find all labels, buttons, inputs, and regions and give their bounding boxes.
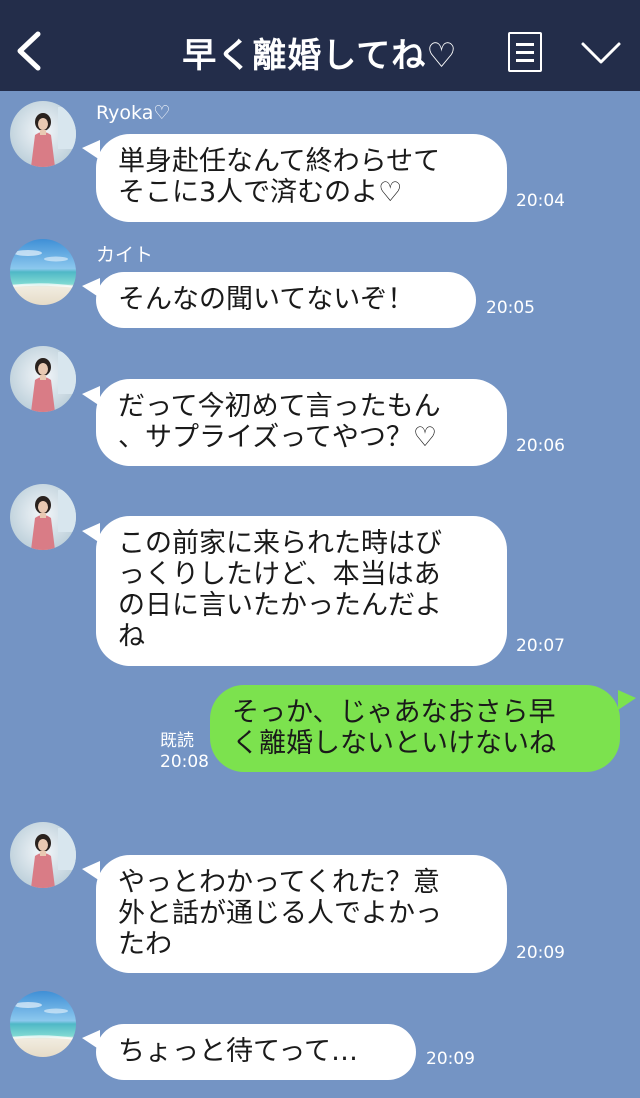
message-bubble[interactable]: 単身赴任なんて終わらせて そこに3人で済むのよ♡	[96, 134, 507, 222]
beach-avatar[interactable]	[10, 991, 76, 1057]
bubble-tail	[618, 690, 636, 710]
message-time: 20:09	[426, 1049, 475, 1069]
chat-title: 早く離婚してね♡	[182, 36, 458, 76]
message-bubble[interactable]: ちょっと待てって…	[96, 1024, 416, 1080]
message-bubble[interactable]: この前家に来られた時はび っくりしたけど、本当はあ の日に言いたかったんだよ ね	[96, 516, 507, 666]
message-bubble[interactable]: だって今初めて言ったもん 、サプライズってやつ？♡	[96, 379, 507, 466]
woman-avatar[interactable]	[10, 346, 76, 412]
message-time: 20:09	[516, 943, 565, 963]
woman-avatar[interactable]	[10, 822, 76, 888]
chevron-down-icon[interactable]	[580, 40, 622, 66]
chat-header: 早く離婚してね♡	[0, 0, 640, 91]
sender-name: カイト	[96, 244, 154, 266]
message-bubble[interactable]: やっとわかってくれた？意 外と話が通じる人でよかっ たわ	[96, 855, 507, 973]
message-time: 20:08	[160, 752, 209, 772]
read-receipt: 既読 20:08	[160, 731, 209, 773]
beach-avatar[interactable]	[10, 239, 76, 305]
sender-name: Ryoka♡	[96, 102, 171, 124]
woman-avatar[interactable]	[10, 484, 76, 550]
message-time: 20:06	[516, 436, 565, 456]
read-label: 既読	[160, 731, 194, 751]
message-time: 20:07	[516, 636, 565, 656]
message-time: 20:05	[486, 298, 535, 318]
message-bubble[interactable]: そんなの聞いてないぞ！	[96, 272, 476, 328]
woman-avatar[interactable]	[10, 101, 76, 167]
message-bubble-outgoing[interactable]: そっか、じゃあなおさら早 く離婚しないといけないね	[210, 685, 620, 772]
notes-menu-icon[interactable]	[508, 32, 542, 72]
message-time: 20:04	[516, 191, 565, 211]
